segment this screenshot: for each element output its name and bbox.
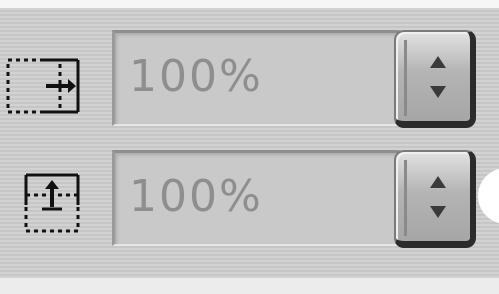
horizontal-scale-value: 100% — [129, 51, 263, 102]
top-edge — [0, 0, 499, 8]
horizontal-scale-field[interactable]: 100% — [112, 30, 400, 126]
up-down-arrows-icon — [430, 176, 446, 218]
vertical-scale-icon — [20, 165, 100, 235]
bottom-edge — [0, 278, 499, 294]
stepper-divider — [404, 40, 407, 116]
stepper-divider — [404, 160, 407, 236]
vertical-scale-stepper[interactable] — [394, 150, 476, 248]
vertical-scale-field[interactable]: 100% — [112, 150, 400, 246]
up-down-arrows-icon — [430, 56, 446, 98]
scale-panel: 100% 100% — [0, 0, 499, 294]
horizontal-scale-control: 100% — [112, 30, 482, 128]
horizontal-scale-stepper[interactable] — [394, 30, 476, 128]
vertical-scale-value: 100% — [129, 171, 263, 222]
horizontal-scale-icon — [4, 50, 84, 120]
vertical-scale-control: 100% — [112, 150, 482, 248]
